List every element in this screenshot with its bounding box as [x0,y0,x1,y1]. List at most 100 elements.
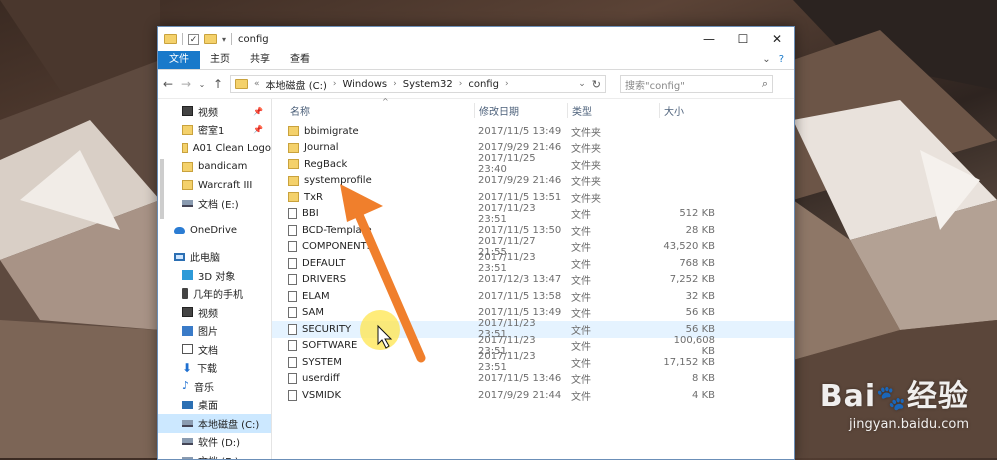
nav-item[interactable]: ♪ 音乐 [158,377,271,396]
file-name: systemprofile [304,175,372,187]
tab-view[interactable]: 查看 [280,51,320,69]
nav-item[interactable]: 文档 (E:) [158,195,271,214]
file-name-cell[interactable]: ELAM [272,290,474,302]
folder-icon [182,143,188,154]
column-header-size[interactable]: 大小 [659,102,719,118]
breadcrumb-windows[interactable]: Windows [342,79,387,90]
chevron-right-icon[interactable]: › [505,79,509,89]
expand-ribbon-icon[interactable]: ⌄ [762,54,770,65]
new-folder-icon[interactable] [204,34,217,44]
nav-item-label: 桌面 [198,401,218,413]
file-name-cell[interactable]: userdiff [272,373,474,385]
close-button[interactable]: ✕ [760,27,794,51]
file-row[interactable]: BBI 2017/11/23 23:51 文件 512 KB [272,203,794,225]
file-name-cell[interactable]: SECURITY [272,323,474,335]
file-name-cell[interactable]: SAM [272,307,474,319]
file-row[interactable]: DRIVERS 2017/12/3 13:47 文件 7,252 KB [272,272,794,289]
nav-item[interactable]: 本地磁盘 (C:) [158,414,271,433]
properties-icon[interactable]: ✓ [188,33,199,45]
file-name-cell[interactable]: SYSTEM [272,356,474,368]
navigation-pane[interactable]: 视频 📌 密室1 📌 A01 Clean Logo bandicam Warcraft II… [158,99,272,459]
file-type: 文件 [571,375,591,387]
file-row[interactable]: RegBack 2017/11/25 23:40 文件夹 [272,153,794,175]
file-row[interactable]: systemprofile 2017/9/29 21:46 文件夹 [272,173,794,190]
breadcrumb-system32[interactable]: System32 [403,79,453,90]
file-name-cell[interactable]: Journal [272,142,474,153]
nav-item[interactable]: 视频 📌 [158,102,271,121]
nav-item[interactable]: 软件 (D:) [158,433,271,452]
search-input[interactable]: 搜索"config" ⌕ [620,75,773,93]
file-type: 文件 [571,358,591,370]
file-size: 56 KB [685,323,715,335]
maximize-button[interactable]: ☐ [726,27,760,51]
chevron-right-icon[interactable]: › [459,79,463,89]
watermark-url: jingyan.baidu.com [849,417,969,432]
file-name-cell[interactable]: TxR [272,192,474,203]
nav-item[interactable]: 图片 [158,322,271,341]
recent-locations-icon[interactable]: ⌄ [198,80,206,89]
file-row[interactable]: ELAM 2017/11/5 13:58 文件 32 KB [272,288,794,305]
help-icon[interactable]: ? [779,54,784,65]
nav-item[interactable]: bandicam [158,158,271,177]
up-arrow-icon[interactable]: ↑ [212,77,224,91]
file-name-cell[interactable]: VSMIDK [272,389,474,401]
nav-item[interactable]: 密室1 📌 [158,121,271,140]
nav-item-label: 此电脑 [190,253,220,265]
file-name-cell[interactable]: systemprofile [272,175,474,186]
back-arrow-icon[interactable]: ← [162,77,174,91]
file-name-cell[interactable]: bbimigrate [272,126,474,137]
file-name-cell[interactable]: BBI [272,208,474,220]
file-name: DEFAULT [302,257,346,269]
overflow-chevron-icon[interactable]: « [254,79,260,89]
tab-share[interactable]: 共享 [240,51,280,69]
nav-item[interactable]: 文档 [158,340,271,359]
file-name-cell[interactable]: COMPONENTS [272,241,474,253]
file-name-cell[interactable]: DRIVERS [272,274,474,286]
forward-arrow-icon[interactable]: → [180,77,192,91]
file-name-cell[interactable]: DEFAULT [272,257,474,269]
minimize-button[interactable]: — [692,27,726,51]
address-bar[interactable]: « 本地磁盘 (C:) › Windows › System32 › confi… [230,75,606,93]
file-row[interactable]: userdiff 2017/11/5 13:46 文件 8 KB [272,371,794,388]
file-row[interactable]: VSMIDK 2017/9/29 21:44 文件 4 KB [272,387,794,404]
column-header-date[interactable]: 修改日期 [474,102,567,118]
search-icon[interactable]: ⌕ [762,77,768,91]
column-header-name[interactable]: 名称 [272,103,474,118]
file-type: 文件 [571,342,591,354]
nav-item[interactable]: 此电脑 [158,248,271,267]
folder-icon [288,126,299,137]
file-name-cell[interactable]: SOFTWARE [272,340,474,352]
nav-item[interactable]: OneDrive [158,221,271,240]
file-row[interactable]: SYSTEM 2017/11/23 23:51 文件 17,152 KB [272,351,794,373]
tab-home[interactable]: 主页 [200,51,240,69]
address-dropdown-icon[interactable]: ⌄ [578,79,586,89]
nav-item[interactable]: Warcraft III [158,176,271,195]
ribbon-tabs: 文件 主页 共享 查看 ⌄? [158,51,794,70]
nav-item[interactable]: 桌面 [158,396,271,415]
nav-item[interactable]: 视频 [158,303,271,322]
file-name-cell[interactable]: RegBack [272,159,474,170]
help-button[interactable]: ⌄? [752,51,794,69]
file-name: bbimigrate [304,125,359,137]
pin-icon: 📌 [253,125,263,135]
nav-item-label: 软件 (D:) [198,438,241,450]
file-row[interactable]: DEFAULT 2017/11/23 23:51 文件 768 KB [272,252,794,274]
customize-toolbar-icon[interactable]: ▾ [222,35,226,44]
breadcrumb-drive[interactable]: 本地磁盘 (C:) [266,77,327,92]
nav-item[interactable]: ⬇ 下载 [158,359,271,378]
file-name-cell[interactable]: BCD-Template [272,224,474,236]
chevron-right-icon[interactable]: › [393,79,397,89]
nav-scrollbar[interactable] [160,159,164,219]
refresh-icon[interactable]: ↻ [592,78,601,91]
chevron-right-icon[interactable]: › [333,79,337,89]
nav-item[interactable]: 几年的手机 [158,285,271,304]
column-header-type[interactable]: 类型 [567,102,659,118]
file-size: 56 KB [685,307,715,319]
nav-item[interactable]: A01 Clean Logo [158,139,271,158]
file-row[interactable]: bbimigrate 2017/11/5 13:49 文件夹 [272,123,794,140]
folder-icon [288,159,299,170]
nav-item[interactable]: 3D 对象 [158,266,271,285]
breadcrumb-config[interactable]: config [468,79,499,90]
tab-file[interactable]: 文件 [158,51,200,69]
